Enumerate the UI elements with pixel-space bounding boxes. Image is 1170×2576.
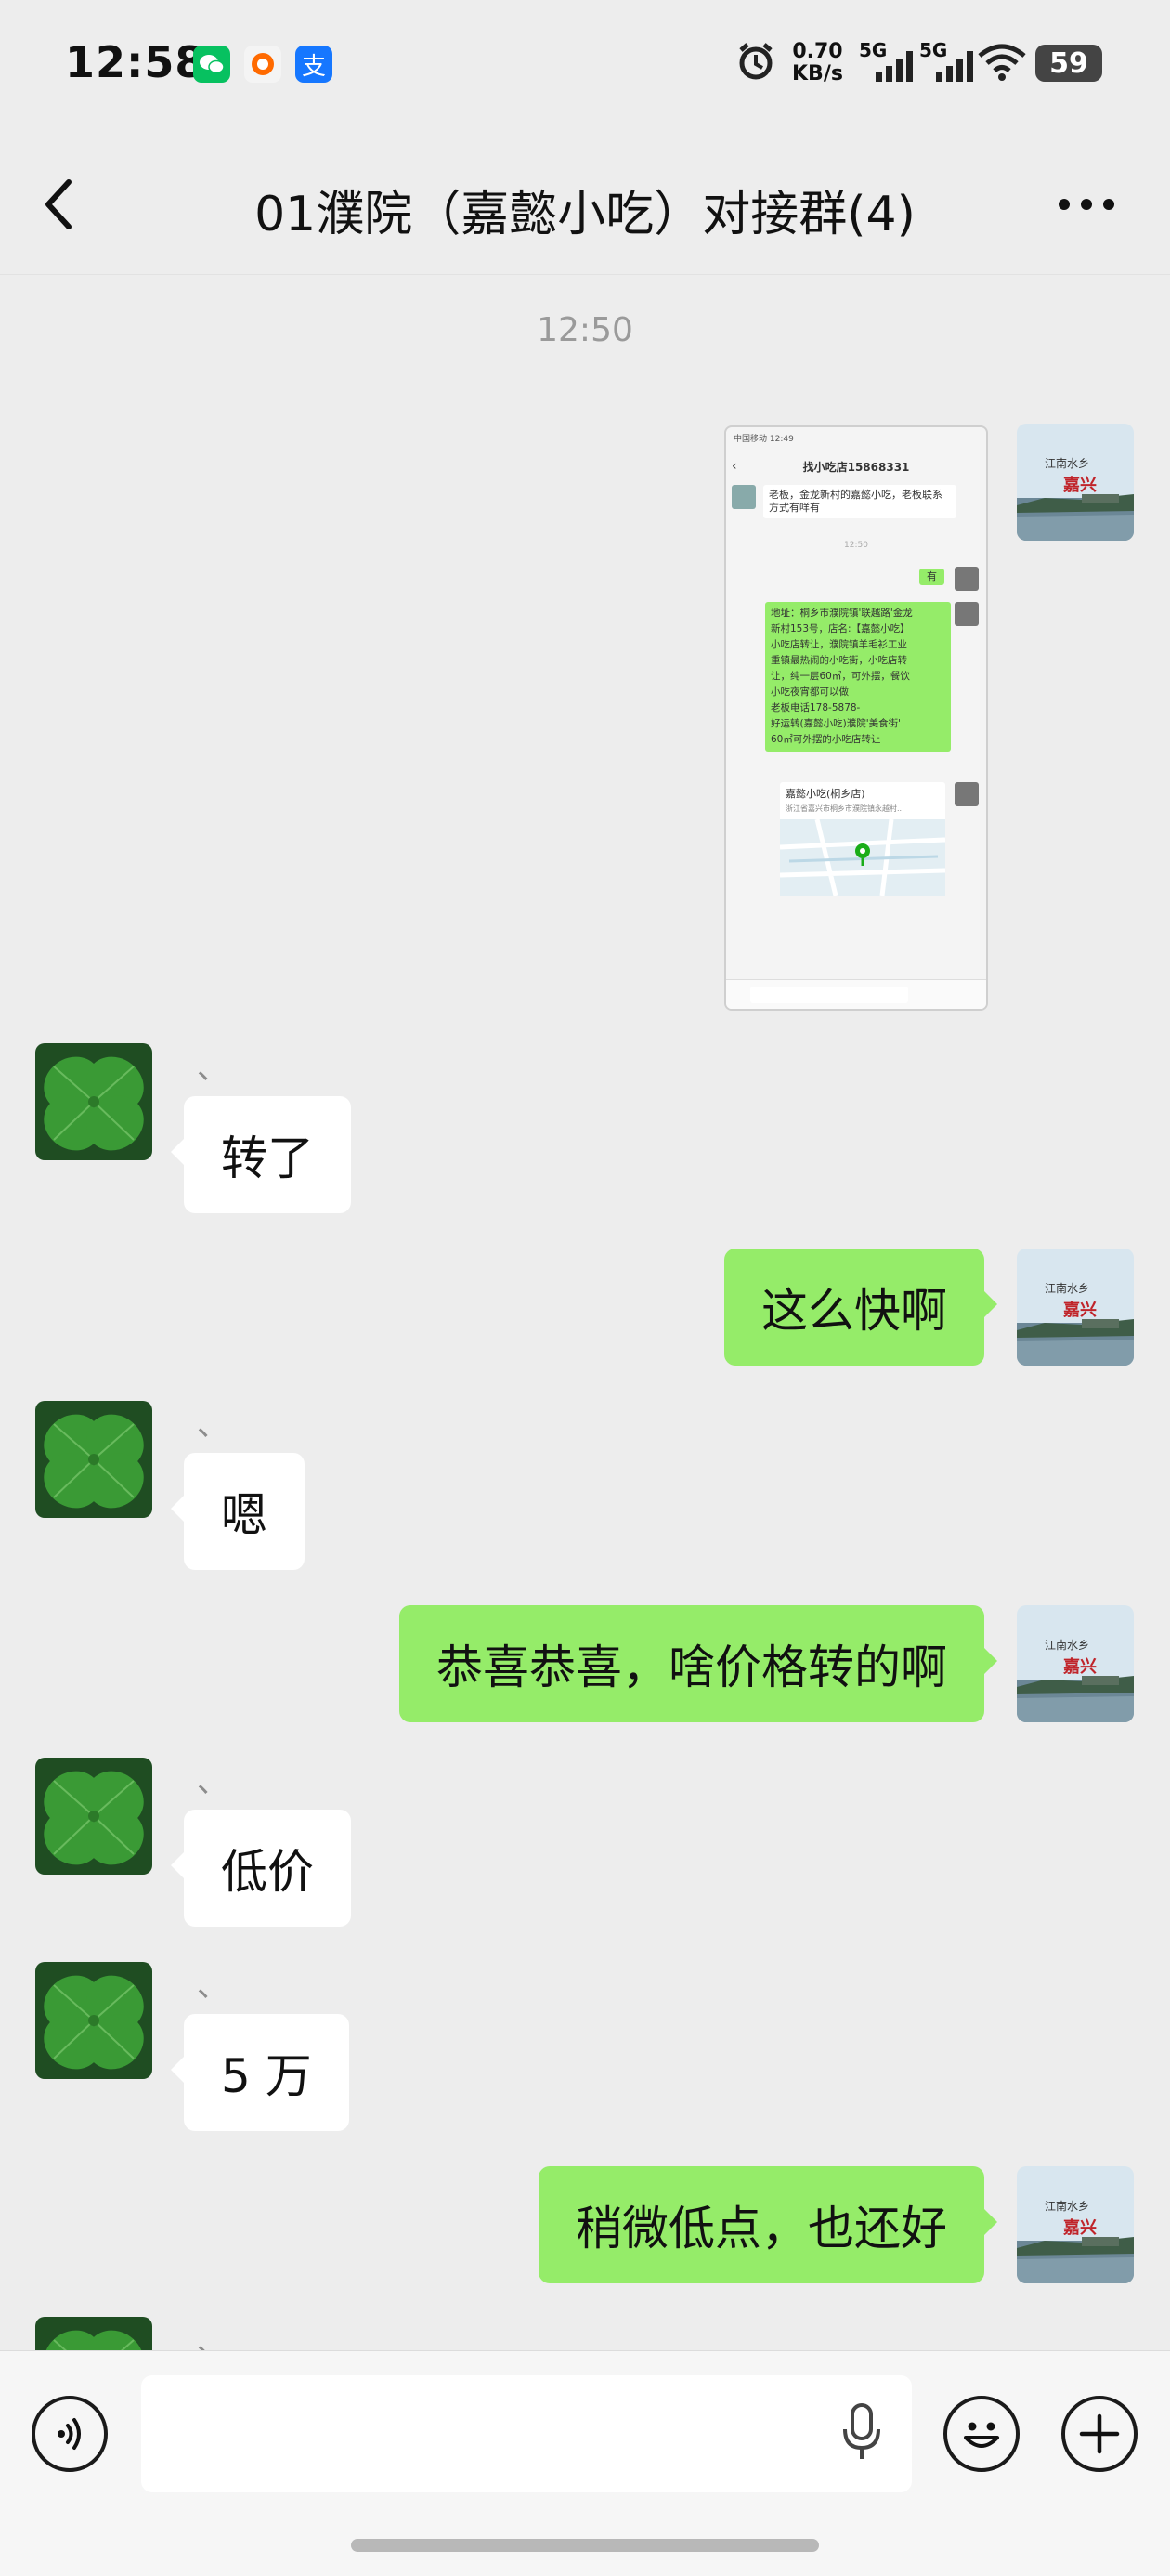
chat-header: 01濮院（嘉懿小吃）对接群(4) bbox=[0, 130, 1170, 275]
screenshot-image-message[interactable]: 中国移动 12:49 找小吃店15868331 ‹ 老板，金龙新村的嘉懿小吃，老… bbox=[724, 425, 988, 1011]
smiley-icon bbox=[964, 2422, 999, 2448]
shot-info-line: 小吃夜宵都可以做 bbox=[771, 686, 849, 698]
chat-timestamp: 12:50 bbox=[537, 311, 633, 349]
self-avatar[interactable]: 江南水乡嘉兴 bbox=[1017, 424, 1134, 541]
shot-back-icon: ‹ bbox=[732, 459, 737, 474]
contact-avatar[interactable] bbox=[35, 1962, 152, 2079]
contact-avatar[interactable] bbox=[35, 1043, 152, 1160]
shot-info-line: 地址：桐乡市濮院镇'联越路'金龙 bbox=[771, 608, 913, 619]
message-bubble[interactable]: 稍微低点，也还好 bbox=[539, 2166, 997, 2283]
alipay-glyph: 支 bbox=[301, 52, 326, 81]
shot-info-line: 重镇最热闹的小吃街，小吃店转 bbox=[771, 655, 907, 666]
shot-avatar bbox=[732, 485, 756, 509]
status-bar: 12:58 支 0.70 KB/s 5G 5G 59 bbox=[0, 0, 1170, 130]
voice-toggle-button[interactable] bbox=[32, 2396, 108, 2472]
shot-status: 中国移动 12:49 bbox=[734, 435, 794, 444]
avatar-caption: 嘉兴 bbox=[1063, 476, 1097, 495]
sender-name: 、 bbox=[197, 1050, 228, 1087]
message-bubble[interactable]: 恭喜恭喜，啥价格转的啊 bbox=[399, 1605, 997, 1722]
shot-info-line: 60㎡可外摆的小吃店转让 bbox=[771, 734, 881, 745]
shot-info-line: 好运转(嘉懿小吃)濮院'美食街' bbox=[771, 718, 901, 729]
message-input[interactable] bbox=[141, 2375, 912, 2492]
more-icon bbox=[1059, 199, 1114, 210]
alipay-icon: 支 bbox=[295, 46, 332, 83]
more-button[interactable] bbox=[1057, 197, 1116, 216]
shot-location-card: 嘉懿小吃(桐乡店) 浙江省嘉兴市桐乡市濮院镇永越村... bbox=[779, 782, 946, 896]
emoji-button[interactable] bbox=[943, 2396, 1020, 2472]
shot-time: 12:50 bbox=[844, 541, 868, 550]
shot-message: 老板，金龙新村的嘉懿小吃，老板联系方式有咩有 bbox=[763, 485, 956, 518]
shot-map-title: 嘉懿小吃(桐乡店) bbox=[786, 788, 865, 800]
avatar-caption: 嘉兴 bbox=[1063, 1301, 1097, 1320]
shot-input bbox=[750, 987, 908, 1003]
self-avatar[interactable]: 江南水乡嘉兴 bbox=[1017, 1605, 1134, 1722]
avatar-caption: 江南水乡 bbox=[1045, 1639, 1090, 1652]
microphone-icon[interactable] bbox=[839, 2403, 884, 2468]
avatar-caption: 江南水乡 bbox=[1045, 1282, 1090, 1295]
sender-name: 、 bbox=[197, 1968, 228, 2005]
shot-info-bubble: 地址：桐乡市濮院镇'联越路'金龙 新村153号，店名:【嘉懿小吃】 小吃店转让，濮院… bbox=[765, 602, 951, 752]
message-bubble[interactable]: 5 万 bbox=[171, 2014, 349, 2131]
shot-map bbox=[779, 818, 946, 896]
shot-self-avatar-3 bbox=[955, 782, 979, 806]
status-time: 12:58 bbox=[65, 37, 206, 87]
message-bubble[interactable]: 嗯 bbox=[171, 1453, 305, 1570]
plus-icon bbox=[1079, 2413, 1120, 2454]
shot-self-avatar-2 bbox=[955, 602, 979, 626]
voice-wave-icon bbox=[58, 2418, 81, 2450]
self-avatar[interactable]: 江南水乡嘉兴 bbox=[1017, 2166, 1134, 2283]
contact-avatar[interactable] bbox=[35, 1758, 152, 1875]
shot-info-line: 老板电话178-5878- bbox=[771, 702, 861, 713]
sender-name: 、 bbox=[197, 1406, 228, 1444]
message-bubble[interactable]: 低价 bbox=[171, 1810, 351, 1927]
battery-indicator: 59 bbox=[1035, 45, 1102, 82]
shot-info-line: 新村153号，店名:【嘉懿小吃】 bbox=[771, 623, 910, 634]
contact-avatar[interactable] bbox=[35, 2317, 152, 2350]
network-speed-unit: KB/s bbox=[792, 62, 843, 85]
shot-info-line: 小吃店转让，濮院镇羊毛衫工业 bbox=[771, 639, 907, 650]
more-functions-button[interactable] bbox=[1061, 2396, 1138, 2472]
shot-map-address: 浙江省嘉兴市桐乡市濮院镇永越村... bbox=[786, 804, 904, 813]
contact-avatar[interactable] bbox=[35, 1401, 152, 1518]
page-title: 01濮院（嘉懿小吃）对接群(4) bbox=[254, 187, 916, 242]
avatar-caption: 江南水乡 bbox=[1045, 457, 1090, 470]
message-bubble[interactable]: 转了 bbox=[171, 1096, 351, 1213]
shot-title: 找小吃店15868331 bbox=[802, 461, 910, 474]
alarm-icon bbox=[734, 39, 778, 87]
avatar-caption: 嘉兴 bbox=[1063, 1657, 1097, 1677]
avatar-caption: 江南水乡 bbox=[1045, 2200, 1090, 2213]
shot-input-bar bbox=[726, 979, 986, 1009]
network-speed-value: 0.70 bbox=[792, 40, 843, 63]
home-indicator[interactable] bbox=[351, 2539, 819, 2552]
network-speed: 0.70 KB/s bbox=[792, 41, 843, 85]
signal-icon-2: 5G bbox=[919, 37, 975, 87]
avatar-caption: 嘉兴 bbox=[1063, 2218, 1097, 2238]
signal-icon: 5G bbox=[859, 37, 915, 87]
wechat-icon bbox=[193, 46, 230, 83]
shopping-app-icon bbox=[244, 46, 281, 83]
sender-name: 、 bbox=[197, 1763, 228, 1800]
shot-info-line: 让，纯一层60㎡，可外摆，餐饮 bbox=[771, 671, 910, 682]
wifi-icon bbox=[978, 43, 1026, 85]
message-bubble[interactable]: 这么快啊 bbox=[724, 1249, 997, 1366]
shot-self-avatar bbox=[955, 567, 979, 591]
self-avatar[interactable]: 江南水乡嘉兴 bbox=[1017, 1249, 1134, 1366]
shot-reply: 有 bbox=[919, 569, 944, 585]
